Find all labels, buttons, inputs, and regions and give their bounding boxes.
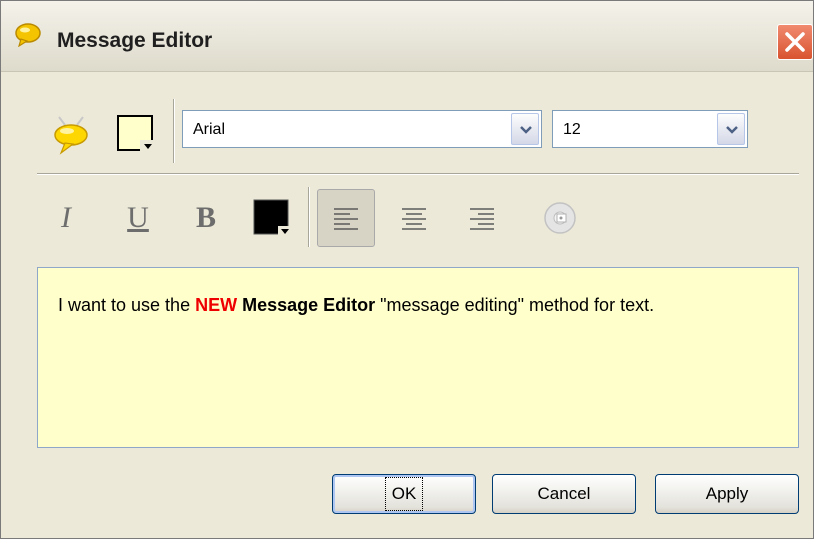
- font-select-value: Arial: [193, 121, 226, 138]
- toolbar-divider: [37, 173, 799, 174]
- apply-button[interactable]: Apply: [655, 474, 799, 514]
- bold-button[interactable]: B: [177, 189, 235, 247]
- size-select-value: 12: [563, 121, 581, 138]
- close-button[interactable]: [777, 24, 813, 60]
- message-new-highlight: NEW: [195, 295, 238, 315]
- close-icon: [785, 32, 805, 52]
- background-color-button[interactable]: [115, 113, 159, 155]
- speech-bubble-icon: [15, 23, 41, 48]
- cancel-button[interactable]: Cancel: [492, 474, 636, 514]
- background-color-icon: [117, 115, 156, 152]
- bubble-style-button[interactable]: [51, 113, 91, 157]
- align-right-icon: [470, 208, 494, 230]
- message-text-area[interactable]: I want to use the NEW Message Editor "me…: [37, 267, 799, 448]
- insert-media-button[interactable]: [531, 189, 589, 247]
- toolbar-separator: [308, 187, 309, 247]
- align-center-button[interactable]: [385, 189, 443, 247]
- window-title: Message Editor: [57, 29, 213, 52]
- align-left-button[interactable]: [317, 189, 375, 247]
- message-editor-dialog: Message Editor Arial 12 I U B I want to …: [0, 0, 814, 539]
- disc-icon: [544, 202, 576, 234]
- font-select-dropdown[interactable]: [511, 113, 539, 145]
- chevron-down-icon: [520, 126, 532, 134]
- align-center-icon: [402, 208, 426, 230]
- message-text-end: "message editing" method for text.: [375, 295, 655, 315]
- text-color-icon: [253, 199, 293, 238]
- chevron-down-icon: [726, 126, 738, 134]
- message-bold-text: Message Editor: [242, 295, 376, 315]
- ok-button-label: OK: [384, 477, 424, 511]
- text-color-button[interactable]: [251, 197, 295, 241]
- message-text: I want to use the: [58, 295, 196, 315]
- title-bar[interactable]: Message Editor: [1, 1, 813, 72]
- size-select-dropdown[interactable]: [717, 113, 745, 145]
- size-select[interactable]: 12: [552, 110, 748, 148]
- italic-button[interactable]: I: [37, 189, 95, 247]
- align-right-button[interactable]: [453, 189, 511, 247]
- ok-button[interactable]: OK: [332, 474, 476, 514]
- underline-button[interactable]: U: [109, 189, 167, 247]
- cancel-button-label: Cancel: [537, 484, 591, 503]
- bubble-style-icon: [54, 116, 88, 155]
- apply-button-label: Apply: [705, 484, 749, 503]
- toolbar-separator: [173, 99, 174, 163]
- font-select[interactable]: Arial: [182, 110, 542, 148]
- align-left-icon: [334, 208, 358, 230]
